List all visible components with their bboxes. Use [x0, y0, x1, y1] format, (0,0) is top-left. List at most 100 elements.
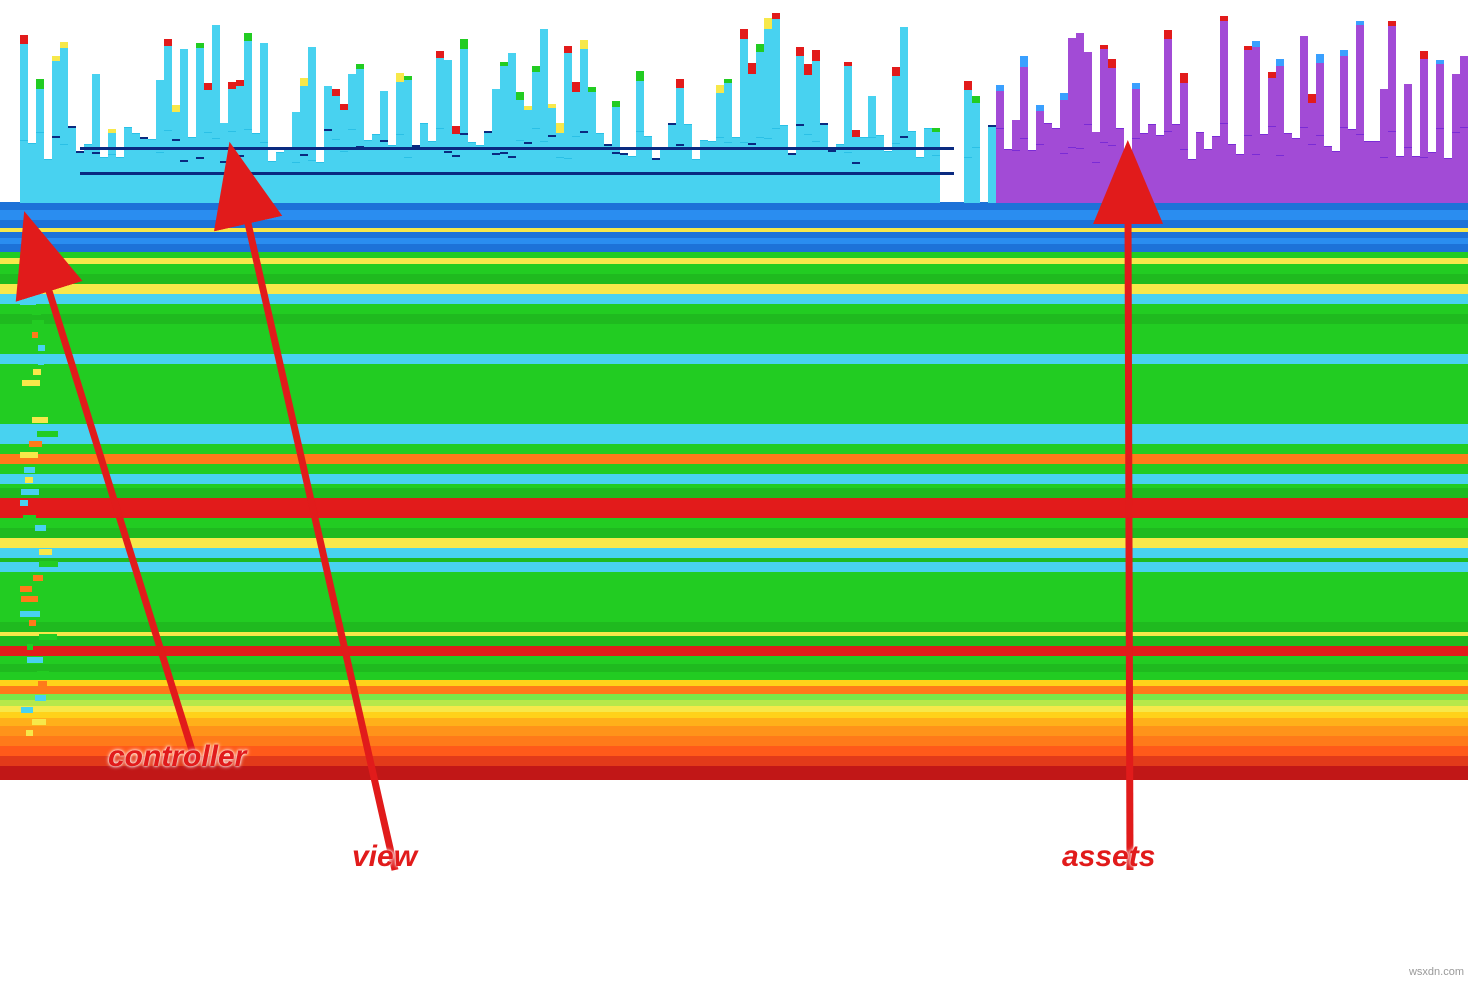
flame-frame[interactable]: [780, 125, 788, 203]
flame-frame[interactable]: [0, 646, 1468, 656]
flame-frame[interactable]: [1036, 144, 1044, 203]
flame-frame[interactable]: [36, 89, 44, 132]
flame-frame[interactable]: [21, 596, 38, 602]
flame-frame[interactable]: [516, 92, 524, 100]
flame-frame[interactable]: [1068, 147, 1076, 203]
flame-frame[interactable]: [1308, 94, 1316, 103]
flame-frame[interactable]: [660, 147, 668, 203]
flame-frame[interactable]: [1164, 39, 1172, 131]
flame-frame[interactable]: [1180, 73, 1188, 83]
flame-frame[interactable]: [1404, 88, 1412, 147]
flame-frame[interactable]: [1340, 56, 1348, 127]
flame-frame[interactable]: [33, 369, 41, 375]
flame-frame[interactable]: [900, 27, 908, 36]
flame-frame[interactable]: [36, 539, 53, 545]
flame-frame[interactable]: [244, 129, 252, 203]
flame-frame[interactable]: [39, 407, 60, 413]
flame-frame[interactable]: [20, 44, 28, 140]
flame-frame[interactable]: [1060, 100, 1068, 153]
flame-frame[interactable]: [33, 575, 43, 581]
flame-frame[interactable]: [34, 261, 53, 267]
flame-frame[interactable]: [492, 96, 500, 153]
flame-frame[interactable]: [0, 424, 1468, 434]
flame-frame[interactable]: [0, 474, 1468, 484]
flame-frame[interactable]: [324, 86, 332, 92]
flame-frame[interactable]: [1220, 21, 1228, 123]
flame-frame[interactable]: [1156, 135, 1164, 203]
flame-frame[interactable]: [532, 66, 540, 72]
flame-frame[interactable]: [332, 96, 340, 139]
flame-frame[interactable]: [284, 148, 292, 203]
flame-frame[interactable]: [532, 128, 540, 203]
flame-frame[interactable]: [21, 489, 39, 495]
flame-frame[interactable]: [1228, 144, 1236, 203]
flame-frame[interactable]: [1452, 83, 1460, 132]
flame-frame[interactable]: [0, 210, 1468, 220]
flame-frame[interactable]: [0, 558, 1468, 562]
flame-frame[interactable]: [764, 29, 772, 138]
flame-frame[interactable]: [1012, 150, 1020, 203]
flame-frame[interactable]: [524, 106, 532, 110]
flame-frame[interactable]: [884, 151, 892, 203]
flame-frame[interactable]: [0, 232, 1468, 238]
flame-frame[interactable]: [916, 157, 924, 203]
flame-frame[interactable]: [32, 309, 41, 315]
flame-frame[interactable]: [1396, 156, 1404, 203]
flame-frame[interactable]: [372, 134, 380, 203]
flame-frame[interactable]: [32, 320, 44, 326]
flame-frame[interactable]: [1428, 152, 1436, 203]
flame-frame[interactable]: [292, 112, 300, 118]
flame-frame[interactable]: [444, 151, 452, 203]
flame-frame[interactable]: [0, 484, 1468, 488]
flame-frame[interactable]: [300, 78, 308, 86]
flame-frame[interactable]: [0, 664, 1468, 672]
flame-frame[interactable]: [868, 107, 876, 137]
flame-frame[interactable]: [1380, 157, 1388, 203]
flame-frame[interactable]: [668, 123, 676, 203]
flame-frame[interactable]: [1420, 51, 1428, 59]
flame-frame[interactable]: [108, 154, 116, 203]
flame-frame[interactable]: [1260, 134, 1268, 203]
flame-frame[interactable]: [204, 90, 212, 132]
flame-frame[interactable]: [324, 92, 332, 129]
flame-frame[interactable]: [964, 90, 972, 157]
flame-frame[interactable]: [220, 123, 228, 129]
flame-frame[interactable]: [772, 19, 780, 128]
flame-frame[interactable]: [348, 129, 356, 203]
flame-frame[interactable]: [0, 454, 1468, 464]
flame-frame[interactable]: [37, 671, 49, 677]
flame-frame[interactable]: [356, 69, 364, 146]
flame-frame[interactable]: [1252, 41, 1260, 47]
flame-frame[interactable]: [1036, 111, 1044, 144]
flame-frame[interactable]: [0, 244, 1468, 252]
flame-frame[interactable]: [228, 131, 236, 203]
flame-frame[interactable]: [172, 112, 180, 139]
flame-frame[interactable]: [1068, 46, 1076, 147]
flame-frame[interactable]: [0, 488, 1468, 498]
flame-frame[interactable]: [1348, 129, 1356, 203]
flame-frame[interactable]: [308, 160, 316, 203]
flame-frame[interactable]: [540, 29, 548, 35]
flame-frame[interactable]: [676, 88, 684, 144]
flame-frame[interactable]: [32, 417, 48, 423]
flame-frame[interactable]: [1268, 126, 1276, 203]
flame-frame[interactable]: [0, 538, 1468, 548]
flame-frame[interactable]: [1252, 47, 1260, 154]
flame-frame[interactable]: [1028, 150, 1036, 203]
flame-frame[interactable]: [0, 632, 1468, 636]
flame-frame[interactable]: [1380, 94, 1388, 157]
flame-frame[interactable]: [20, 299, 36, 305]
flame-frame[interactable]: [292, 162, 300, 203]
flame-frame[interactable]: [0, 258, 1468, 264]
flame-frame[interactable]: [100, 157, 108, 203]
flame-frame[interactable]: [820, 123, 828, 203]
flame-frame[interactable]: [1100, 142, 1108, 203]
flame-frame[interactable]: [44, 159, 52, 203]
flame-frame[interactable]: [1300, 127, 1308, 203]
flame-frame[interactable]: [34, 284, 41, 290]
flame-frame[interactable]: [1140, 133, 1148, 203]
flame-frame[interactable]: [1076, 43, 1084, 148]
flame-frame[interactable]: [180, 49, 188, 59]
flame-frame[interactable]: [0, 718, 1468, 726]
flame-frame[interactable]: [26, 395, 37, 401]
